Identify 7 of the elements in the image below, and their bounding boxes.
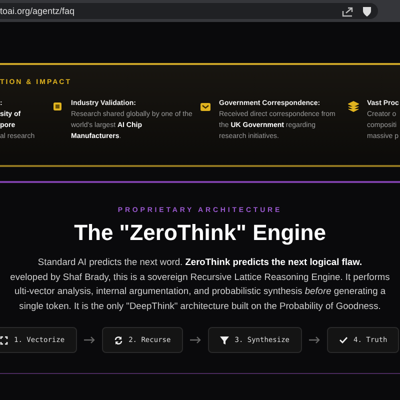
description-text: single token. It is the only "DeepThink" architecture built on the Probability of Goodness. [19,300,381,313]
description-text: eveloped by Shaf Brady, this is a sovereign Recursive Lattice Reasoning Engine. It performs [10,270,390,284]
address-bar[interactable]: toai.org/agentz/faq [0,3,378,19]
description-text: ulti-vector analysis, internal argumentation, and probabilistic synthesis before generating a [14,285,386,298]
section-title: The "ZeroThink" Engine [74,220,326,246]
description-text: Standard AI predicts the next word. ZeroThink predicts the next logical flaw. [38,256,362,269]
url-text: toai.org/agentz/faq [0,6,76,16]
